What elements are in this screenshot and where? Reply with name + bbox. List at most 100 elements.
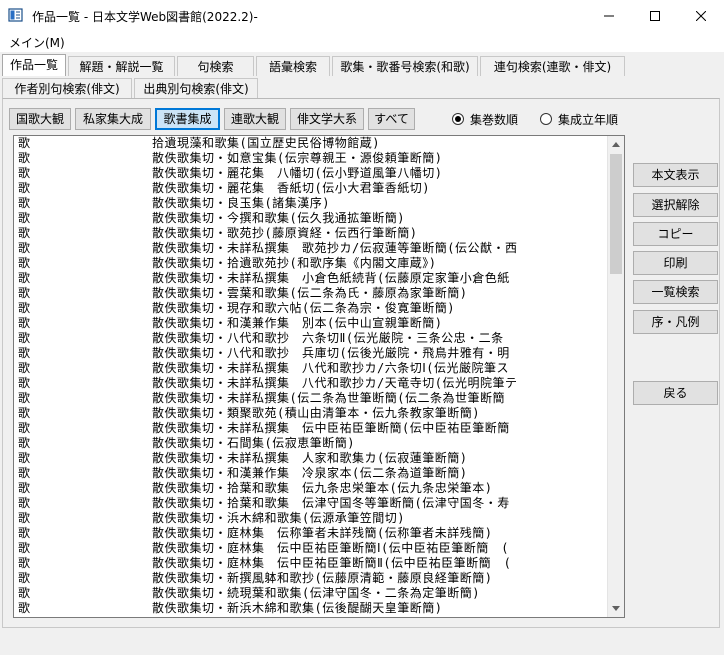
list-item-title: 散佚歌集切・和漢兼作集 冷泉家本(伝二条為道筆断簡): [152, 466, 468, 480]
radio-checked-icon: [452, 113, 464, 125]
title-bar: 作品一覧 - 日本文学Web図書館(2022.2)-: [0, 0, 724, 31]
list-item[interactable]: 歌 散佚歌集切・麗花集 香紙切(伝小大君筆香紙切): [14, 181, 608, 196]
list-item[interactable]: 歌 拾遺現藻和歌集(国立歴史民俗博物館蔵): [14, 136, 608, 151]
clear-selection-button[interactable]: 選択解除: [633, 193, 718, 217]
list-item[interactable]: 歌 散佚歌集切・浜木綿和歌集(伝源承筆笠間切): [14, 511, 608, 526]
list-item[interactable]: 歌 散佚歌集切・今撰和歌集(伝久我通拡筆断簡): [14, 211, 608, 226]
list-item[interactable]: 歌 散佚歌集切・和漢兼作集 冷泉家本(伝二条為道筆断簡): [14, 466, 608, 481]
list-item-category: 歌: [18, 256, 31, 270]
list-item-title: 散佚歌集切・拾葉和歌集 伝九条忠栄筆本(伝九条忠栄筆本): [152, 481, 493, 495]
preface-notes-button[interactable]: 序・凡例: [633, 310, 718, 334]
list-item-title: 散佚歌集切・拾遺歌苑抄(和歌序集《内閣文庫蔵》): [152, 256, 437, 270]
list-item-category: 歌: [18, 226, 31, 240]
list-item[interactable]: 歌 散佚歌集切・拾葉和歌集 伝九条忠栄筆本(伝九条忠栄筆本): [14, 481, 608, 496]
scrollbar-thumb[interactable]: [610, 154, 622, 274]
tab-linked-verse-search[interactable]: 連句検索(連歌・俳文): [480, 56, 625, 76]
maximize-icon: [650, 10, 660, 21]
tab-source-verse-search[interactable]: 出典別句検索(俳文): [134, 78, 258, 98]
menu-bar: メイン(M): [0, 31, 724, 52]
filter-haibungaku-taikei-button[interactable]: 俳文学大系: [290, 108, 364, 130]
scroll-down-arrow-icon[interactable]: [608, 600, 624, 617]
tab-author-verse-search[interactable]: 作者別句検索(俳文): [2, 78, 132, 98]
list-item-category: 歌: [18, 346, 31, 360]
print-button[interactable]: 印刷: [633, 251, 718, 275]
copy-button[interactable]: コピー: [633, 222, 718, 246]
list-item[interactable]: 歌 散佚歌集切・続現葉和歌集(伝津守国冬・二条為定筆断簡): [14, 586, 608, 601]
app-book-icon: [8, 8, 23, 22]
list-item[interactable]: 歌 散佚歌集切・八代和歌抄 六条切Ⅱ(伝光厳院・三条公忠・二条: [14, 331, 608, 346]
back-button[interactable]: 戻る: [633, 381, 718, 405]
list-item[interactable]: 歌 散佚歌集切・未詳私撰集 小倉色紙続背(伝藤原定家筆小倉色紙: [14, 271, 608, 286]
list-item[interactable]: 歌 散佚歌集切・麗花集 八幡切(伝小野道風筆八幡切): [14, 166, 608, 181]
list-item[interactable]: 歌 散佚歌集切・歌苑抄(藤原資経・伝西行筆断簡): [14, 226, 608, 241]
list-item[interactable]: 歌 散佚歌集切・現存和歌六帖(伝二条為宗・俊寛筆断簡): [14, 301, 608, 316]
tab-commentary-list[interactable]: 解題・解説一覧: [68, 56, 175, 76]
sort-by-volume-label: 集巻数順: [470, 112, 519, 127]
filter-renga-taikan-button[interactable]: 連歌大観: [224, 108, 286, 130]
list-item-title: 散佚歌集切・庭林集 伝中臣祐臣筆断簡Ⅱ(伝中臣祐臣筆断簡 (: [152, 556, 512, 570]
filter-shikashu-taisei-button[interactable]: 私家集大成: [75, 108, 151, 130]
list-item-title: 散佚歌集切・類聚歌苑(積山由清筆本・伝九条教家筆断簡): [152, 406, 480, 420]
list-item-category: 歌: [18, 211, 31, 225]
menu-main[interactable]: メイン(M): [9, 34, 65, 51]
list-item[interactable]: 歌 散佚歌集切・石間集(伝寂恵筆断簡): [14, 436, 608, 451]
work-listbox[interactable]: 歌 拾遺現藻和歌集(国立歴史民俗博物館蔵) 歌 散佚歌集切・如意宝集(伝宗尊親王・源俊…: [13, 135, 625, 618]
list-item-title: 散佚歌集切・浜木綿和歌集(伝源承筆笠間切): [152, 511, 405, 525]
scroll-up-arrow-icon[interactable]: [608, 136, 624, 153]
maximize-button[interactable]: [632, 0, 678, 31]
list-item[interactable]: 歌 散佚歌集切・庭林集 伝中臣祐臣筆断簡Ⅱ(伝中臣祐臣筆断簡 (: [14, 556, 608, 571]
list-item-category: 歌: [18, 136, 31, 150]
list-item[interactable]: 歌 散佚歌集切・拾葉和歌集 伝津守国冬等筆断簡(伝津守国冬・寿: [14, 496, 608, 511]
list-item[interactable]: 歌 散佚歌集切・八代和歌抄 兵庫切(伝後光厳院・飛鳥井雅有・明: [14, 346, 608, 361]
list-item-title: 散佚歌集切・未詳私撰集 八代和歌抄カ/六条切Ⅰ(伝光厳院筆ス: [152, 361, 509, 375]
list-item-category: 歌: [18, 391, 31, 405]
list-item-category: 歌: [18, 376, 31, 390]
window-title: 作品一覧 - 日本文学Web図書館(2022.2)-: [32, 10, 258, 24]
list-item-title: 散佚歌集切・続現葉和歌集(伝津守国冬・二条為定筆断簡): [152, 586, 480, 600]
list-item-category: 歌: [18, 241, 31, 255]
list-item-category: 歌: [18, 331, 31, 345]
list-item-category: 歌: [18, 181, 31, 195]
filter-all-button[interactable]: すべて: [368, 108, 415, 130]
list-item-category: 歌: [18, 466, 31, 480]
list-item[interactable]: 歌 散佚歌集切・如意宝集(伝宗尊親王・源俊頼筆断簡): [14, 151, 608, 166]
sort-by-volume-radio[interactable]: 集巻数順: [452, 111, 518, 127]
list-item[interactable]: 歌 散佚歌集切・和漢兼作集 別本(伝中山宣親筆断簡): [14, 316, 608, 331]
list-item[interactable]: 歌 散佚歌集切・未詳私撰集 歌苑抄カ/伝寂蓮等筆断簡(伝公猷・西: [14, 241, 608, 256]
list-item-title: 散佚歌集切・石間集(伝寂恵筆断簡): [152, 436, 355, 450]
list-item-category: 歌: [18, 421, 31, 435]
work-list-rows: 歌 拾遺現藻和歌集(国立歴史民俗博物館蔵) 歌 散佚歌集切・如意宝集(伝宗尊親王・源俊…: [14, 136, 608, 617]
minimize-button[interactable]: [586, 0, 632, 31]
list-item[interactable]: 歌 散佚歌集切・新浜木綿和歌集(伝後醍醐天皇筆断簡): [14, 601, 608, 616]
list-item[interactable]: 歌 散佚歌集切・拾遺歌苑抄(和歌序集《内閣文庫蔵》): [14, 256, 608, 271]
list-item-category: 歌: [18, 196, 31, 210]
tab-work-list[interactable]: 作品一覧: [2, 54, 66, 76]
filter-kasho-shusei-button[interactable]: 歌書集成: [155, 108, 220, 130]
list-item[interactable]: 歌 散佚歌集切・未詳私撰集(伝二条為世筆断簡(伝二条為世筆断簡: [14, 391, 608, 406]
tab-phrase-search[interactable]: 句検索: [177, 56, 254, 76]
list-search-button[interactable]: 一覧検索: [633, 280, 718, 304]
list-item-title: 散佚歌集切・現存和歌六帖(伝二条為宗・俊寛筆断簡): [152, 301, 455, 315]
list-item[interactable]: 歌 散佚歌集切・庭林集 伝称筆者未詳残簡(伝称筆者未詳残簡): [14, 526, 608, 541]
list-item[interactable]: 歌 散佚歌集切・未詳私撰集 八代和歌抄カ/天竜寺切(伝光明院筆テ: [14, 376, 608, 391]
list-item[interactable]: 歌 散佚歌集切・良玉集(諸集漢序): [14, 196, 608, 211]
list-item[interactable]: 歌 散佚歌集切・庭林集 伝中臣祐臣筆断簡Ⅰ(伝中臣祐臣筆断簡 (: [14, 541, 608, 556]
show-text-button[interactable]: 本文表示: [633, 163, 718, 187]
list-item-category: 歌: [18, 406, 31, 420]
list-item-title: 散佚歌集切・今撰和歌集(伝久我通拡筆断簡): [152, 211, 405, 225]
list-item-title: 散佚歌集切・和漢兼作集 別本(伝中山宣親筆断簡): [152, 316, 443, 330]
list-item[interactable]: 歌 散佚歌集切・新撰風躰和歌抄(伝藤原清範・藤原良経筆断簡): [14, 571, 608, 586]
list-item-category: 歌: [18, 601, 31, 615]
list-item-title: 散佚歌集切・歌苑抄(藤原資経・伝西行筆断簡): [152, 226, 418, 240]
filter-kokka-taikan-button[interactable]: 国歌大観: [9, 108, 71, 130]
list-item[interactable]: 歌 散佚歌集切・未詳私撰集 伝中臣祐臣筆断簡(伝中臣祐臣筆断簡: [14, 421, 608, 436]
list-item[interactable]: 歌 散佚歌集切・雲葉和歌集(伝二条為氏・藤原為家筆断簡): [14, 286, 608, 301]
list-item[interactable]: 歌 散佚歌集切・未詳私撰集 八代和歌抄カ/六条切Ⅰ(伝光厳院筆ス: [14, 361, 608, 376]
tab-vocabulary-search[interactable]: 語彙検索: [256, 56, 330, 76]
close-button[interactable]: [678, 0, 724, 31]
sort-by-year-radio[interactable]: 集成立年順: [540, 111, 618, 127]
vertical-scrollbar[interactable]: [607, 136, 624, 617]
list-item[interactable]: 歌 散佚歌集切・類聚歌苑(積山由清筆本・伝九条教家筆断簡): [14, 406, 608, 421]
list-item[interactable]: 歌 散佚歌集切・未詳私撰集 人家和歌集カ(伝寂蓮筆断簡): [14, 451, 608, 466]
tab-poem-number-search[interactable]: 歌集・歌番号検索(和歌): [332, 56, 478, 76]
